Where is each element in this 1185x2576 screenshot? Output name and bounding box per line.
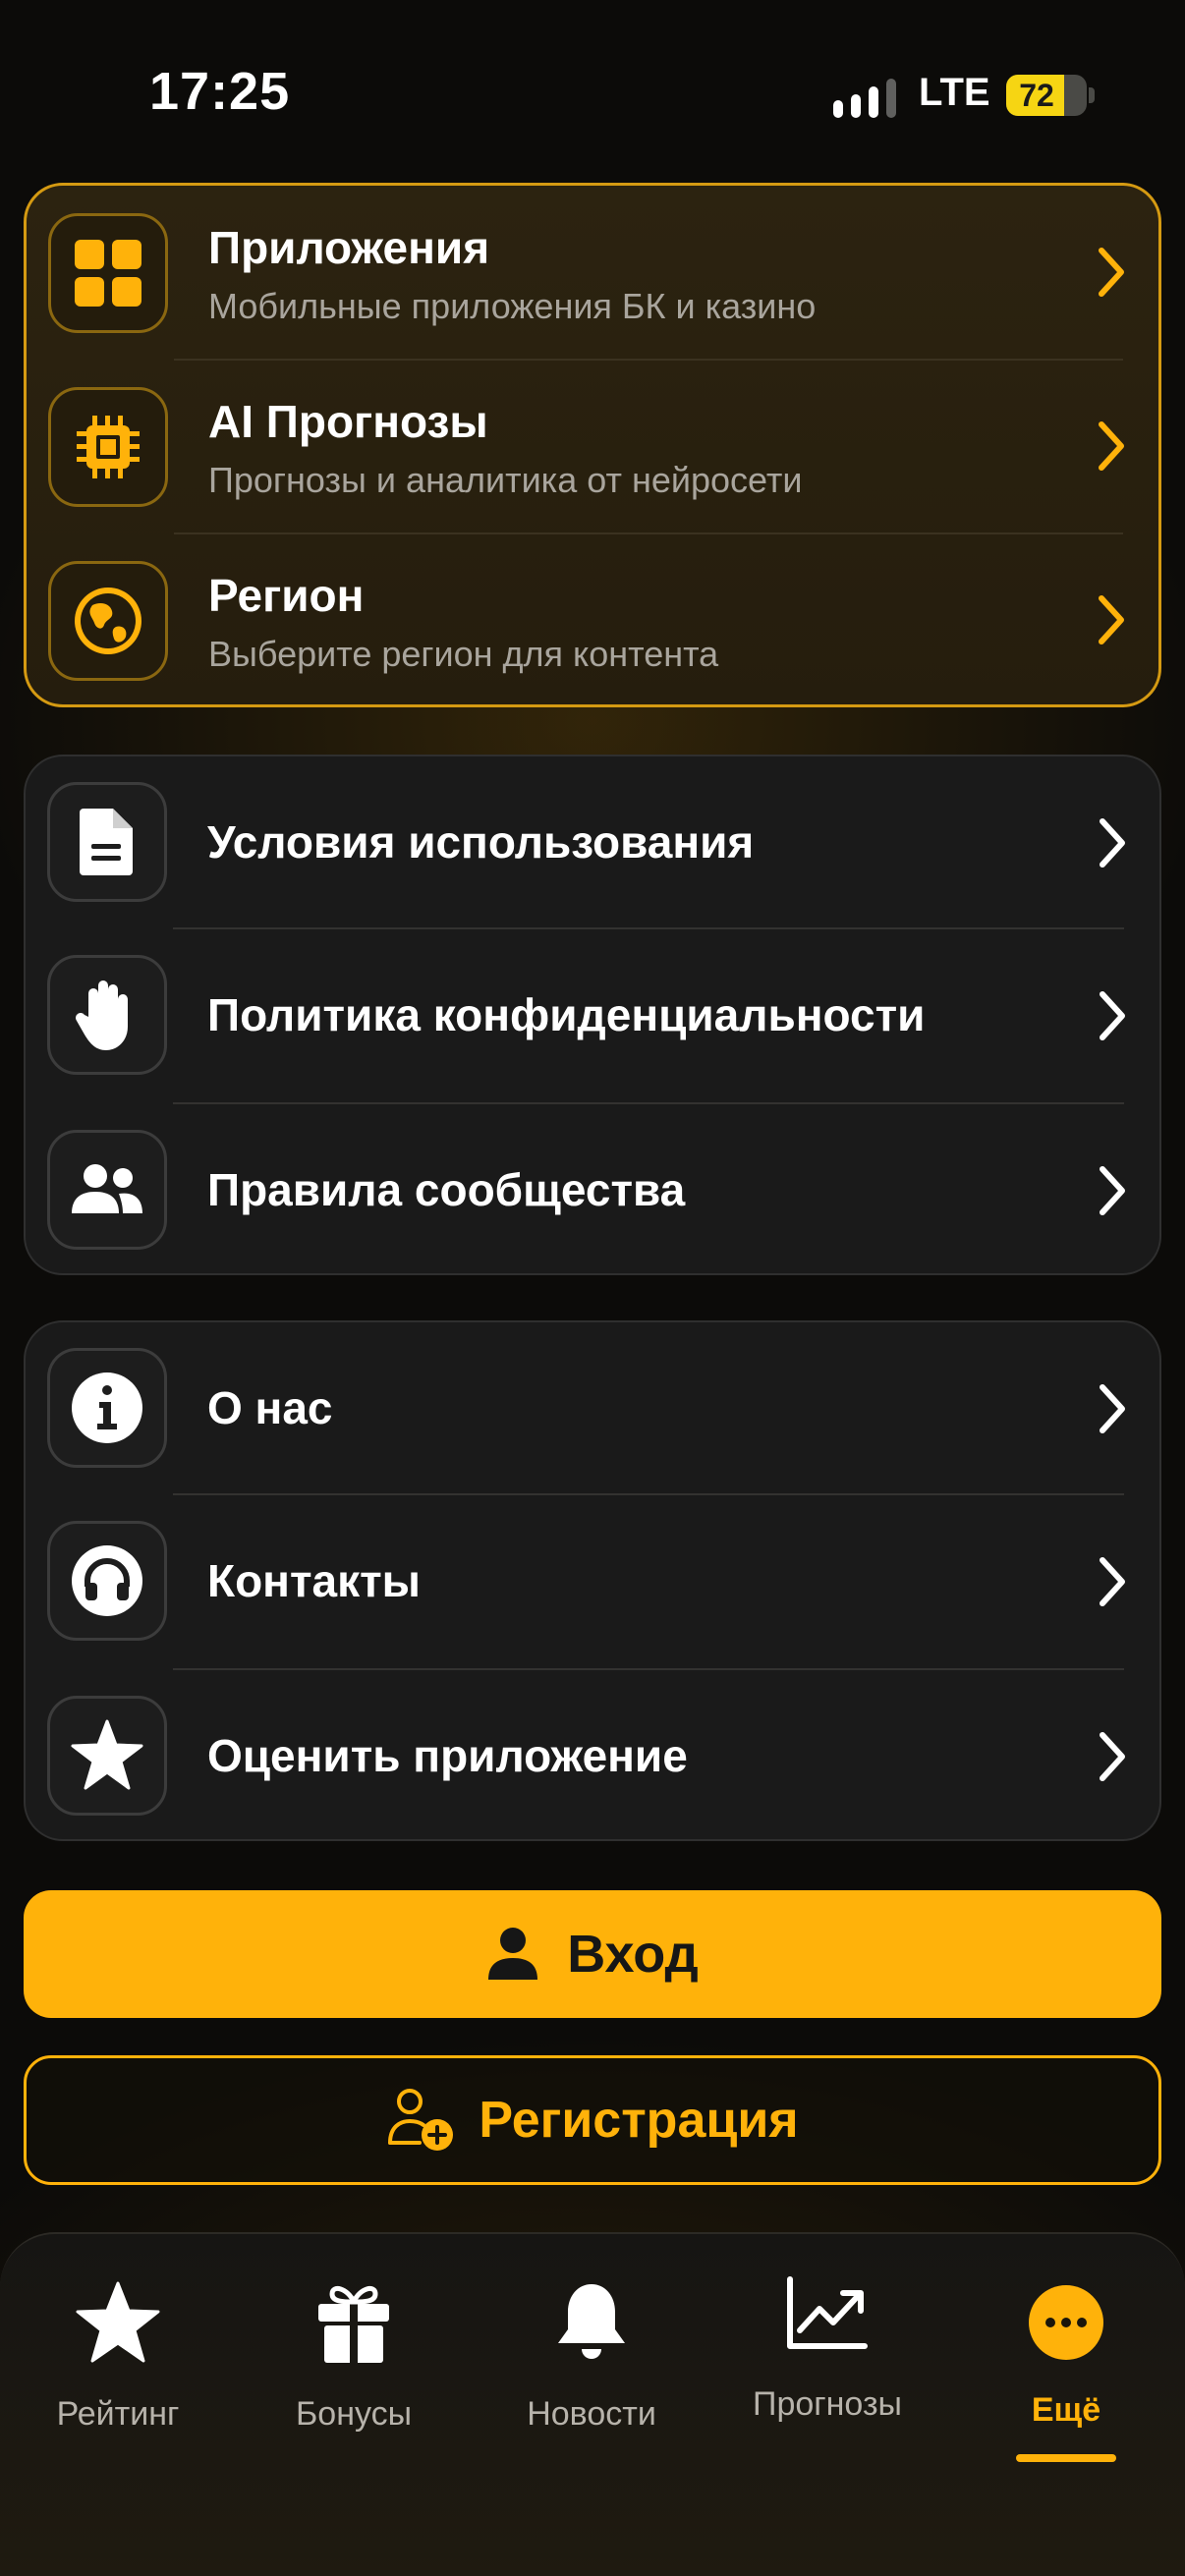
tab-more[interactable]: Ещё [948,2234,1184,2490]
user-icon [488,1928,538,1980]
chevron-right-icon [1099,248,1124,297]
menu-item-privacy[interactable]: Политика конфиденциальности [26,929,1159,1102]
tab-predictions[interactable]: Прогнозы [709,2234,945,2490]
login-button-label: Вход [567,1925,699,1984]
menu-item-subtitle: Выберите регион для контента [208,634,719,674]
chart-icon [778,2264,876,2362]
globe-icon [48,561,168,681]
grid-icon [48,213,168,333]
info-menu-card: О нас Контакты Оценить приложение [24,1320,1161,1841]
hand-icon [47,955,167,1075]
menu-item-apps[interactable]: Приложения Мобильные приложения БК и каз… [27,186,1158,359]
more-icon [1017,2273,1115,2372]
menu-item-title: Приложения [208,222,490,273]
bell-icon [542,2273,641,2372]
menu-item-community-rules[interactable]: Правила сообщества [26,1104,1159,1273]
chevron-right-icon [1100,1732,1125,1781]
status-time: 17:25 [149,62,291,121]
status-bar: 17:25 LTE 72 [0,0,1185,177]
menu-item-title: Оценить приложение [207,1730,688,1781]
star-icon [47,1696,167,1816]
tab-rating[interactable]: Рейтинг [0,2234,236,2490]
tab-label: Рейтинг [56,2395,180,2433]
chevron-right-icon [1100,1557,1125,1606]
chevron-right-icon [1100,1166,1125,1215]
people-icon [47,1130,167,1250]
register-button-label: Регистрация [479,2092,799,2149]
tab-label: Новости [527,2395,656,2433]
menu-item-subtitle: Прогнозы и аналитика от нейросети [208,460,803,500]
menu-item-title: Контакты [207,1555,421,1606]
info-icon [47,1348,167,1468]
chevron-right-icon [1100,1384,1125,1433]
menu-item-rate-app[interactable]: Оценить приложение [26,1670,1159,1839]
menu-item-ai-predictions[interactable]: AI Прогнозы Прогнозы и аналитика от нейр… [27,360,1158,532]
star-icon [69,2273,167,2372]
headphones-icon [47,1521,167,1641]
chevron-right-icon [1099,421,1124,471]
register-button[interactable]: Регистрация [24,2055,1161,2185]
menu-item-contacts[interactable]: Контакты [26,1495,1159,1668]
network-label: LTE [919,71,990,114]
document-icon [47,782,167,902]
menu-item-title: Правила сообщества [207,1164,686,1215]
active-tab-indicator [1016,2454,1116,2462]
legal-menu-card: Условия использования Политика конфиденц… [24,755,1161,1275]
menu-item-title: О нас [207,1382,333,1433]
menu-item-title: Регион [208,570,365,621]
menu-item-region[interactable]: Регион Выберите регион для контента [27,533,1158,704]
add-user-icon [388,2089,454,2151]
featured-menu-card: Приложения Мобильные приложения БК и каз… [24,183,1161,707]
tab-bonuses[interactable]: Бонусы [236,2234,472,2490]
menu-item-terms[interactable]: Условия использования [26,756,1159,929]
chevron-right-icon [1099,595,1124,644]
menu-item-title: Условия использования [207,816,755,868]
tab-bar: Рейтинг Бонусы Новости Прогнозы Ещё [0,2232,1185,2576]
chip-icon [48,387,168,507]
menu-item-title: Политика конфиденциальности [207,989,926,1040]
signal-icon [833,79,896,118]
menu-item-title: AI Прогнозы [208,396,488,447]
tab-label: Ещё [1031,2391,1101,2429]
battery-percent: 72 [1019,78,1054,113]
chevron-right-icon [1100,818,1125,868]
tab-label: Бонусы [295,2395,413,2433]
gift-icon [305,2273,403,2372]
menu-item-about[interactable]: О нас [26,1322,1159,1495]
tab-label: Прогнозы [753,2385,902,2423]
login-button[interactable]: Вход [24,1890,1161,2018]
battery-icon: 72 [1006,75,1087,116]
tab-news[interactable]: Новости [474,2234,709,2490]
menu-item-subtitle: Мобильные приложения БК и казино [208,286,817,326]
chevron-right-icon [1100,991,1125,1040]
